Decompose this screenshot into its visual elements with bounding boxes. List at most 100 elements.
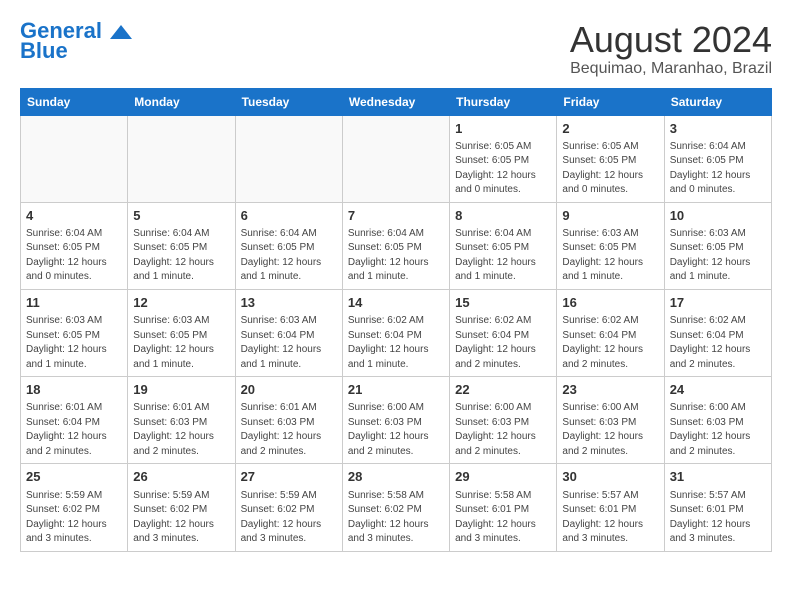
day-number: 5 — [133, 207, 229, 225]
calendar-week-row: 18 Sunrise: 6:01 AMSunset: 6:04 PMDayligh… — [21, 377, 772, 464]
day-info: Sunrise: 5:57 AMSunset: 6:01 PMDaylight:… — [670, 489, 766, 547]
calendar-day-cell: 31 Sunrise: 5:57 AMSunset: 6:01 PMDayligh… — [664, 464, 771, 551]
calendar-day-cell: 1 Sunrise: 6:05 AMSunset: 6:05 PMDaylight… — [450, 115, 557, 202]
day-number: 13 — [241, 294, 337, 312]
day-number: 2 — [562, 120, 658, 138]
day-info: Sunrise: 5:59 AMSunset: 6:02 PMDaylight:… — [241, 489, 337, 547]
calendar-day-cell: 29Sunrise: 5:58 AMSunset: 6:01 PMDayligh… — [450, 464, 557, 551]
day-of-week-header: Thursday — [450, 88, 557, 115]
day-info: Sunrise: 6:03 AMSunset: 6:05 PMDaylight:… — [133, 314, 229, 372]
calendar-day-cell: 28Sunrise: 5:58 AMSunset: 6:02 PMDayligh… — [342, 464, 449, 551]
calendar-day-cell: 2 Sunrise: 6:05 AMSunset: 6:05 PMDaylight… — [557, 115, 664, 202]
day-of-week-header: Sunday — [21, 88, 128, 115]
calendar-day-cell — [342, 115, 449, 202]
calendar-day-cell: 17 Sunrise: 6:02 AMSunset: 6:04 PMDayligh… — [664, 289, 771, 376]
day-info: Sunrise: 6:04 AMSunset: 6:05 PMDaylight:… — [455, 227, 551, 285]
calendar-day-cell: 8 Sunrise: 6:04 AMSunset: 6:05 PMDaylight… — [450, 202, 557, 289]
day-number: 9 — [562, 207, 658, 225]
calendar-week-row: 1 Sunrise: 6:05 AMSunset: 6:05 PMDaylight… — [21, 115, 772, 202]
day-info: Sunrise: 6:03 AMSunset: 6:04 PMDaylight:… — [241, 314, 337, 372]
day-info: Sunrise: 6:05 AMSunset: 6:05 PMDaylight:… — [455, 140, 551, 198]
logo-icon — [110, 25, 132, 39]
calendar-day-cell: 9 Sunrise: 6:03 AMSunset: 6:05 PMDaylight… — [557, 202, 664, 289]
calendar-day-cell: 3 Sunrise: 6:04 AMSunset: 6:05 PMDaylight… — [664, 115, 771, 202]
day-number: 17 — [670, 294, 766, 312]
day-info: Sunrise: 6:03 AMSunset: 6:05 PMDaylight:… — [670, 227, 766, 285]
day-number: 29 — [455, 468, 551, 486]
day-of-week-header: Saturday — [664, 88, 771, 115]
calendar-day-cell: 6 Sunrise: 6:04 AMSunset: 6:05 PMDaylight… — [235, 202, 342, 289]
day-number: 10 — [670, 207, 766, 225]
calendar-day-cell: 10 Sunrise: 6:03 AMSunset: 6:05 PMDayligh… — [664, 202, 771, 289]
day-info: Sunrise: 6:00 AMSunset: 6:03 PMDaylight:… — [562, 401, 658, 459]
day-info: Sunrise: 6:04 AMSunset: 6:05 PMDaylight:… — [241, 227, 337, 285]
day-of-week-header: Wednesday — [342, 88, 449, 115]
day-number: 27 — [241, 468, 337, 486]
day-number: 15 — [455, 294, 551, 312]
day-number: 26 — [133, 468, 229, 486]
calendar-day-cell: 21 Sunrise: 6:00 AMSunset: 6:03 PMDayligh… — [342, 377, 449, 464]
calendar-day-cell: 23 Sunrise: 6:00 AMSunset: 6:03 PMDayligh… — [557, 377, 664, 464]
day-number: 3 — [670, 120, 766, 138]
day-number: 18 — [26, 381, 122, 399]
day-info: Sunrise: 6:02 AMSunset: 6:04 PMDaylight:… — [562, 314, 658, 372]
month-year: August 2024 — [570, 20, 772, 60]
day-info: Sunrise: 6:01 AMSunset: 6:04 PMDaylight:… — [26, 401, 122, 459]
day-info: Sunrise: 6:04 AMSunset: 6:05 PMDaylight:… — [348, 227, 444, 285]
calendar-day-cell: 13 Sunrise: 6:03 AMSunset: 6:04 PMDayligh… — [235, 289, 342, 376]
day-number: 14 — [348, 294, 444, 312]
day-number: 11 — [26, 294, 122, 312]
day-number: 4 — [26, 207, 122, 225]
day-of-week-header: Monday — [128, 88, 235, 115]
day-info: Sunrise: 6:04 AMSunset: 6:05 PMDaylight:… — [670, 140, 766, 198]
calendar-day-cell: 30 Sunrise: 5:57 AMSunset: 6:01 PMDayligh… — [557, 464, 664, 551]
day-info: Sunrise: 6:00 AMSunset: 6:03 PMDaylight:… — [455, 401, 551, 459]
day-info: Sunrise: 6:01 AMSunset: 6:03 PMDaylight:… — [133, 401, 229, 459]
day-info: Sunrise: 6:00 AMSunset: 6:03 PMDaylight:… — [670, 401, 766, 459]
day-info: Sunrise: 6:02 AMSunset: 6:04 PMDaylight:… — [670, 314, 766, 372]
day-info: Sunrise: 6:01 AMSunset: 6:03 PMDaylight:… — [241, 401, 337, 459]
day-number: 16 — [562, 294, 658, 312]
day-number: 25 — [26, 468, 122, 486]
day-number: 30 — [562, 468, 658, 486]
title-section: August 2024 Bequimao, Maranhao, Brazil — [570, 20, 772, 78]
day-info: Sunrise: 6:02 AMSunset: 6:04 PMDaylight:… — [348, 314, 444, 372]
location: Bequimao, Maranhao, Brazil — [570, 60, 772, 78]
day-info: Sunrise: 5:59 AMSunset: 6:02 PMDaylight:… — [26, 489, 122, 547]
calendar-header: SundayMondayTuesdayWednesdayThursdayFrid… — [21, 88, 772, 115]
calendar-day-cell: 15 Sunrise: 6:02 AMSunset: 6:04 PMDayligh… — [450, 289, 557, 376]
day-number: 1 — [455, 120, 551, 138]
day-number: 7 — [348, 207, 444, 225]
day-number: 21 — [348, 381, 444, 399]
calendar-day-cell — [128, 115, 235, 202]
day-info: Sunrise: 6:05 AMSunset: 6:05 PMDaylight:… — [562, 140, 658, 198]
day-number: 31 — [670, 468, 766, 486]
day-info: Sunrise: 6:04 AMSunset: 6:05 PMDaylight:… — [133, 227, 229, 285]
calendar-day-cell: 12 Sunrise: 6:03 AMSunset: 6:05 PMDayligh… — [128, 289, 235, 376]
day-number: 19 — [133, 381, 229, 399]
day-number: 22 — [455, 381, 551, 399]
day-info: Sunrise: 6:00 AMSunset: 6:03 PMDaylight:… — [348, 401, 444, 459]
calendar-day-cell: 5 Sunrise: 6:04 AMSunset: 6:05 PMDaylight… — [128, 202, 235, 289]
calendar-day-cell: 25 Sunrise: 5:59 AMSunset: 6:02 PMDayligh… — [21, 464, 128, 551]
day-info: Sunrise: 6:03 AMSunset: 6:05 PMDaylight:… — [562, 227, 658, 285]
day-number: 28 — [348, 468, 444, 486]
day-info: Sunrise: 6:04 AMSunset: 6:05 PMDaylight:… — [26, 227, 122, 285]
day-info: Sunrise: 6:02 AMSunset: 6:04 PMDaylight:… — [455, 314, 551, 372]
calendar-day-cell: 19 Sunrise: 6:01 AMSunset: 6:03 PMDayligh… — [128, 377, 235, 464]
calendar-body: 1 Sunrise: 6:05 AMSunset: 6:05 PMDaylight… — [21, 115, 772, 551]
day-number: 6 — [241, 207, 337, 225]
day-number: 12 — [133, 294, 229, 312]
calendar-week-row: 25 Sunrise: 5:59 AMSunset: 6:02 PMDayligh… — [21, 464, 772, 551]
calendar-week-row: 4 Sunrise: 6:04 AMSunset: 6:05 PMDaylight… — [21, 202, 772, 289]
day-info: Sunrise: 5:57 AMSunset: 6:01 PMDaylight:… — [562, 489, 658, 547]
calendar-day-cell: 26Sunrise: 5:59 AMSunset: 6:02 PMDayligh… — [128, 464, 235, 551]
day-number: 8 — [455, 207, 551, 225]
logo-line2: Blue — [20, 40, 68, 62]
page-header: General Blue August 2024 Bequimao, Maran… — [20, 20, 772, 78]
calendar-day-cell — [21, 115, 128, 202]
calendar-day-cell: 11Sunrise: 6:03 AMSunset: 6:05 PMDayligh… — [21, 289, 128, 376]
logo: General Blue — [20, 20, 132, 62]
day-number: 23 — [562, 381, 658, 399]
calendar-day-cell: 22 Sunrise: 6:00 AMSunset: 6:03 PMDayligh… — [450, 377, 557, 464]
